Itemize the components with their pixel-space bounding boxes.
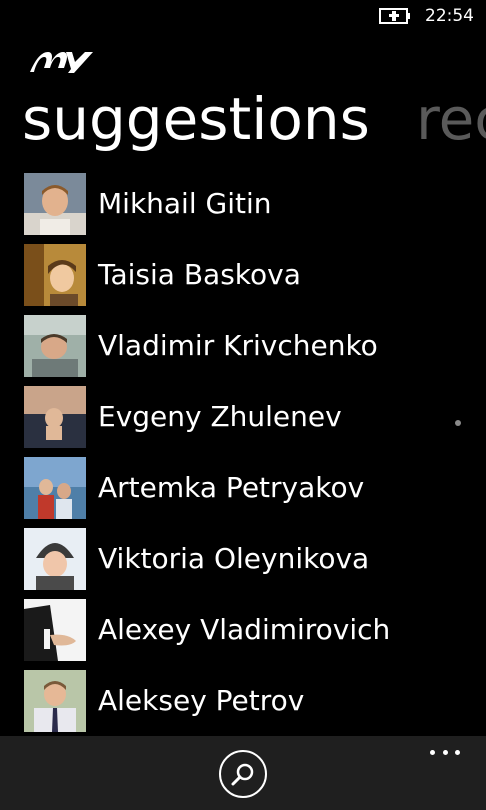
list-item[interactable]: Viktoria Oleynikova [0, 528, 486, 590]
avatar [24, 528, 86, 590]
avatar [24, 386, 86, 448]
avatar [24, 244, 86, 306]
list-item[interactable]: Artemka Petryakov [0, 457, 486, 519]
search-button[interactable] [219, 750, 267, 798]
avatar [24, 173, 86, 235]
suggestions-list: Mikhail Gitin Taisia Baskova Vladimir Kr… [0, 173, 486, 733]
app-logo [30, 52, 93, 73]
contact-name: Mikhail Gitin [98, 187, 272, 220]
list-item[interactable]: Mikhail Gitin [0, 173, 486, 235]
contact-name: Viktoria Oleynikova [98, 542, 370, 575]
list-item[interactable]: Evgeny Zhulenev [0, 386, 486, 448]
app-bar [0, 736, 486, 810]
list-item[interactable]: Taisia Baskova [0, 244, 486, 306]
contact-name: Vladimir Krivchenko [98, 329, 378, 362]
contact-name: Artemka Petryakov [98, 471, 365, 504]
pivot-tab-suggestions[interactable]: suggestions [22, 84, 370, 154]
avatar [24, 599, 86, 661]
contact-name: Taisia Baskova [98, 258, 301, 291]
list-item[interactable]: Vladimir Krivchenko [0, 315, 486, 377]
online-indicator [455, 420, 461, 426]
avatar [24, 670, 86, 732]
contact-name: Evgeny Zhulenev [98, 400, 342, 433]
search-icon [231, 763, 254, 786]
list-item[interactable]: Aleksey Petrov [0, 670, 486, 732]
status-bar: 22:54 [0, 0, 486, 32]
contact-name: Aleksey Petrov [98, 684, 305, 717]
contact-name: Alexey Vladimirovich [98, 613, 391, 646]
avatar [24, 315, 86, 377]
battery-charging-icon [379, 8, 410, 24]
more-dots-icon[interactable] [430, 750, 460, 758]
status-time: 22:54 [425, 6, 474, 26]
pivot-header: suggestions rec [0, 84, 486, 156]
pivot-tab-next[interactable]: rec [416, 84, 486, 154]
avatar [24, 457, 86, 519]
list-item[interactable]: Alexey Vladimirovich [0, 599, 486, 661]
